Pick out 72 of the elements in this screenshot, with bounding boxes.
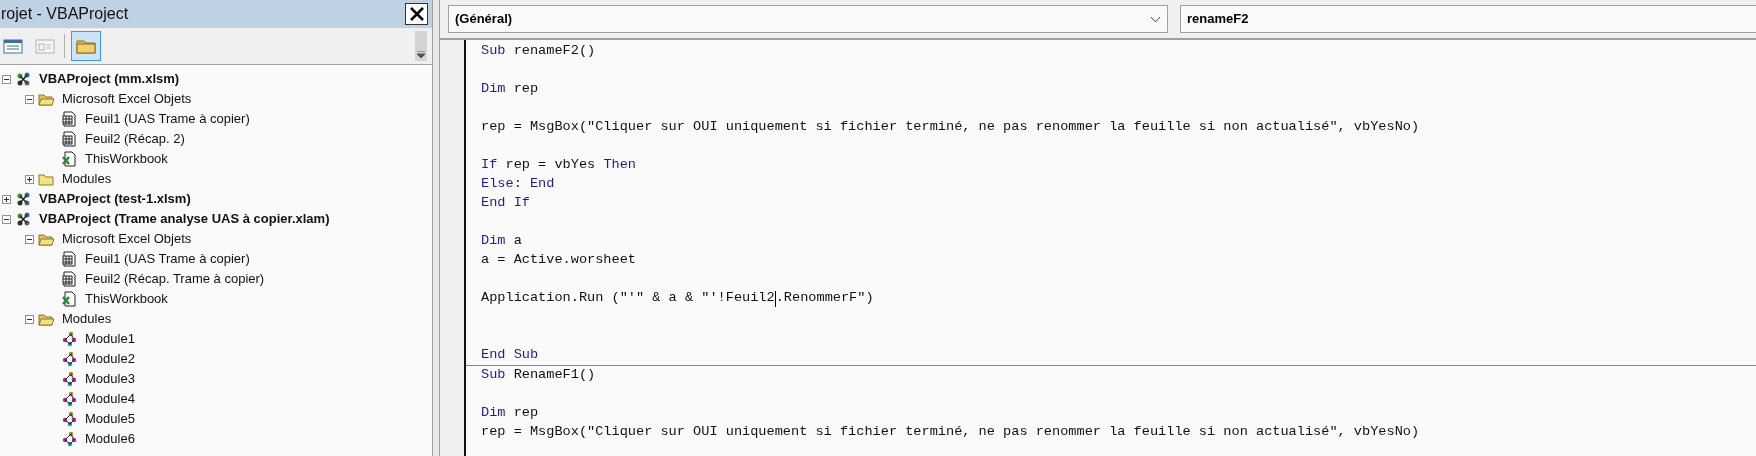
- code-line: End Sub: [481, 346, 539, 365]
- tree-item[interactable]: Feuil1 (UAS Trame à copier): [85, 109, 250, 129]
- project-icon: [15, 211, 32, 227]
- worksheet-icon: [61, 251, 78, 267]
- code-line: End If: [481, 194, 530, 213]
- tree-item[interactable]: Microsoft Excel Objets: [62, 229, 192, 249]
- workbook-icon: [61, 151, 78, 167]
- close-button[interactable]: [405, 3, 428, 25]
- tree-item[interactable]: Feuil2 (Récap. 2): [85, 129, 185, 149]
- tree-item[interactable]: Module5: [85, 409, 135, 429]
- toolbar-button[interactable]: [71, 31, 101, 61]
- module-icon: [61, 331, 78, 347]
- tree-item[interactable]: VBAProject (test-1.xlsm): [39, 189, 191, 209]
- code-line: a = Active.worsheet: [481, 251, 636, 270]
- tree-item[interactable]: ThisWorkbook: [85, 289, 168, 309]
- tree-item[interactable]: Feuil1 (UAS Trame à copier): [85, 249, 250, 269]
- expand-icon[interactable]: [2, 194, 11, 204]
- collapse-icon[interactable]: [25, 94, 34, 104]
- folder-icon: [38, 91, 55, 107]
- folder-icon: [38, 311, 55, 327]
- collapse-icon[interactable]: [25, 234, 34, 244]
- close-icon: [409, 7, 424, 21]
- folder-icon: [38, 171, 55, 187]
- form-window-icon: [35, 36, 55, 56]
- worksheet-icon: [61, 131, 78, 147]
- tree-item[interactable]: Module2: [85, 349, 135, 369]
- tree-item[interactable]: Feuil2 (Récap. Trame à copier): [85, 269, 265, 289]
- project-icon: [15, 71, 32, 87]
- tree-item[interactable]: Module3: [85, 369, 135, 389]
- dropdown-value: renameF2: [1187, 10, 1249, 29]
- code-line: If rep = vbYes Then: [481, 156, 637, 175]
- module-icon: [61, 431, 78, 447]
- module-icon: [61, 391, 78, 407]
- code-line: Sub RenameF1(): [481, 366, 596, 385]
- collapse-icon[interactable]: [25, 314, 34, 324]
- text-cursor: [774, 290, 776, 307]
- overflow-icon: [417, 51, 425, 58]
- module-icon: [61, 371, 78, 387]
- tree-item[interactable]: Module4: [85, 389, 135, 409]
- tree-item[interactable]: Module1: [85, 329, 135, 349]
- procedure-dropdown[interactable]: renameF2: [1180, 5, 1756, 33]
- panel-title: rojet - VBAProject: [1, 4, 129, 24]
- tree-item[interactable]: Modules: [62, 169, 112, 189]
- worksheet-icon: [61, 271, 78, 287]
- dropdown-value: (Général): [455, 10, 513, 29]
- toolbar-overflow[interactable]: [415, 31, 427, 61]
- code-line: Else: End: [481, 175, 555, 194]
- code-line: Application.Run ("'" & a & "'!Feuil2.RenommerF"): [481, 289, 874, 309]
- project-icon: [15, 191, 32, 207]
- collapse-icon[interactable]: [2, 214, 11, 224]
- worksheet-icon: [61, 111, 78, 127]
- code-line: Sub renameF2(): [481, 42, 596, 61]
- tree-item[interactable]: ThisWorkbook: [85, 149, 168, 169]
- object-dropdown[interactable]: (Général): [448, 5, 1168, 33]
- code-line: Dim a: [481, 232, 522, 251]
- tree-item[interactable]: VBAProject (Trame analyse UAS à copier.xlam): [39, 209, 330, 229]
- code-line: rep = MsgBox("Cliquer sur OUI uniquement si fichier terminé, ne pas renommer la feuille si non actualisé", vbYesNo): [481, 423, 1420, 442]
- tree-item[interactable]: VBAProject (mm.xlsm): [39, 69, 180, 89]
- code-line: rep = MsgBox("Cliquer sur OUI uniquement si fichier terminé, ne pas renommer la feuille si non actualisé", vbYesNo): [481, 118, 1420, 137]
- code-line: Dim rep: [481, 80, 539, 99]
- module-icon: [61, 351, 78, 367]
- collapse-icon[interactable]: [2, 74, 11, 84]
- code-window-icon: [3, 36, 23, 56]
- module-icon: [61, 411, 78, 427]
- workbook-icon: [61, 291, 78, 307]
- chevron-icon: [1150, 15, 1161, 23]
- tree-item[interactable]: Modules: [62, 309, 112, 329]
- tree-item[interactable]: Module6: [85, 429, 135, 449]
- folder-icon: [38, 231, 55, 247]
- expand-icon[interactable]: [25, 174, 34, 184]
- code-line: Dim rep: [481, 404, 539, 423]
- tree-item[interactable]: Microsoft Excel Objets: [62, 89, 192, 109]
